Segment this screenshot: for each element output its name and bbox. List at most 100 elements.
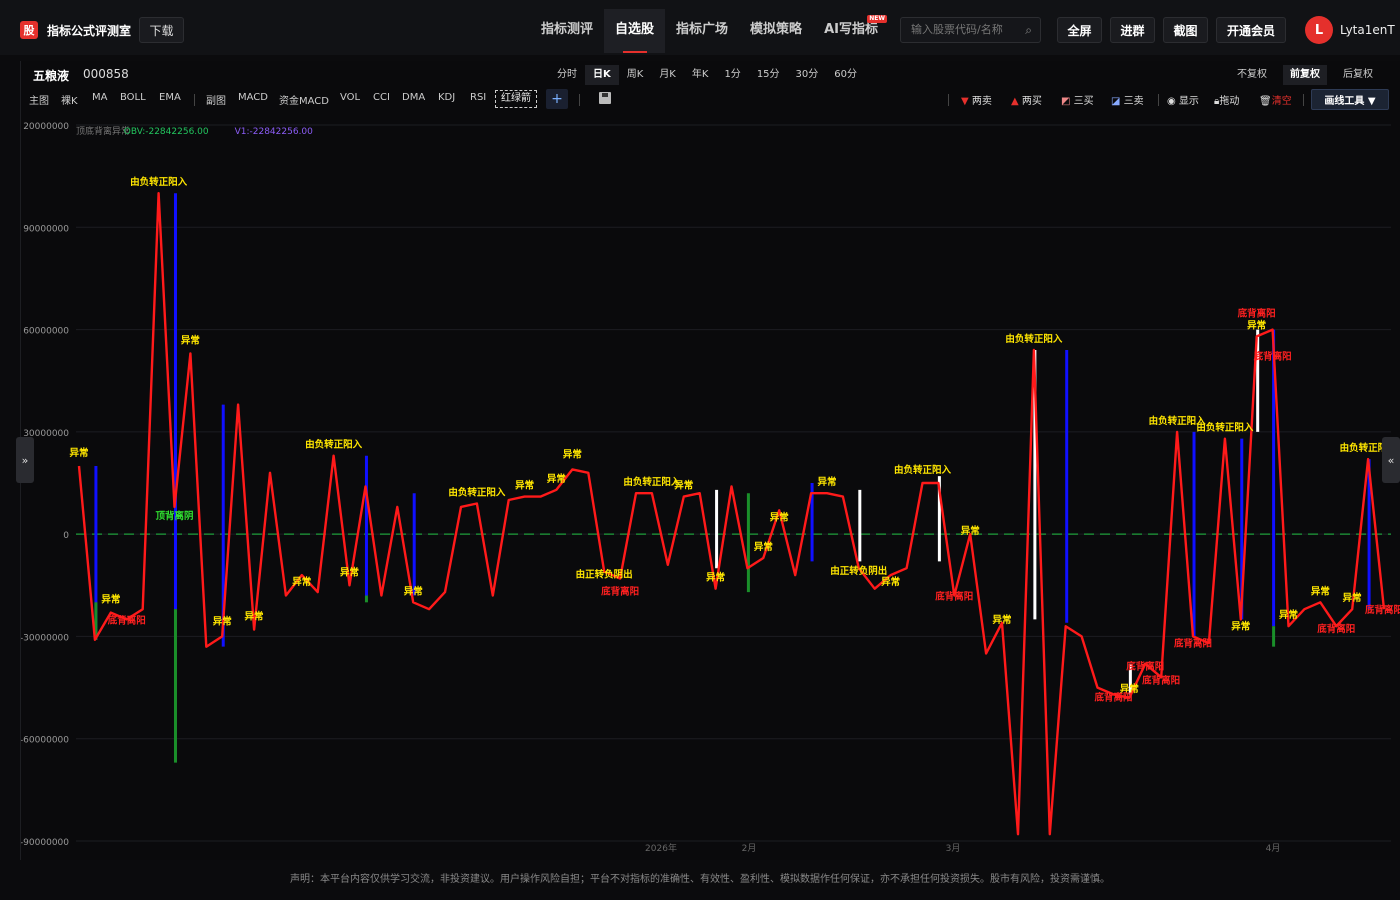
signal-label: 底背离阳 <box>600 585 639 597</box>
username[interactable]: Lyta1enT <box>1340 23 1395 37</box>
obv-chart[interactable]: 200000009000000060000000300000000-300000… <box>21 118 1400 858</box>
screenshot-button[interactable]: 截图 <box>1163 17 1208 43</box>
tool-naked-k[interactable]: 裸K <box>61 92 78 107</box>
tab-period-intraday[interactable]: 分时 <box>549 65 585 85</box>
y-tick-label: 20000000 <box>23 122 69 132</box>
tab-period-1m[interactable]: 1分 <box>716 65 748 85</box>
tool-kdj[interactable]: KDJ <box>438 92 455 103</box>
clear-button[interactable]: 🗑︎清空 <box>1259 92 1292 107</box>
tool-main[interactable]: 主图 <box>29 92 49 107</box>
nav-item-square[interactable]: 指标广场 <box>665 9 739 53</box>
period-tabs: 分时 日K 周K 月K 年K 1分 15分 30分 60分 <box>549 65 865 85</box>
signal-label: 异常 <box>1311 585 1330 597</box>
down-triangle-icon: ▼ <box>961 96 969 107</box>
signal-label: 异常 <box>993 614 1012 626</box>
tool-rsi[interactable]: RSI <box>470 92 486 103</box>
nav-item-evaluate[interactable]: 指标测评 <box>530 9 604 53</box>
signal-label: 由负转正阳入 <box>130 176 188 188</box>
tool-red-green-arrow[interactable]: 红绿箭 <box>495 90 537 108</box>
tool-macd[interactable]: MACD <box>238 92 268 103</box>
signal-label: 由负转正阳入 <box>448 486 506 498</box>
tab-period-day[interactable]: 日K <box>585 65 619 85</box>
signal-label: 底背离阳 <box>107 614 146 626</box>
signal-label: 底背离阳 <box>1125 661 1164 673</box>
chart-down-icon: ◪ <box>1111 96 1121 107</box>
signal-label: 由负转正阳入 <box>894 464 952 476</box>
toolbar-divider <box>579 94 580 106</box>
tool-cci[interactable]: CCI <box>373 92 390 103</box>
show-button[interactable]: ◉ 显示 <box>1167 92 1199 107</box>
two-buy-button[interactable]: ▲ 两买 <box>1011 92 1042 107</box>
y-tick-label: 0 <box>63 531 69 541</box>
signal-label: 异常 <box>754 541 773 553</box>
tab-fq-none[interactable]: 不复权 <box>1230 65 1274 85</box>
legend-entry: OBV:-22842256.00 <box>124 127 209 137</box>
signal-label: 异常 <box>563 448 582 460</box>
two-sell-button[interactable]: ▼ 两卖 <box>961 92 992 107</box>
tool-vol[interactable]: VOL <box>340 92 360 103</box>
join-group-button[interactable]: 进群 <box>1110 17 1155 43</box>
app-title: 指标公式评测室 <box>47 24 132 38</box>
tool-boll[interactable]: BOLL <box>120 92 146 103</box>
add-indicator-button[interactable]: + <box>546 89 568 109</box>
signal-label: 由正转负阴出 <box>576 569 633 581</box>
tab-period-week[interactable]: 周K <box>619 65 652 85</box>
x-tick-label: 2月 <box>742 843 757 854</box>
search-placeholder: 输入股票代码/名称 <box>911 23 1003 36</box>
vip-button[interactable]: 开通会员 <box>1216 17 1286 43</box>
expand-right-toggle[interactable]: « <box>1382 437 1400 483</box>
drag-button[interactable]: 🔒︎拖动 <box>1214 92 1239 107</box>
signal-label: 底背离阳 <box>934 591 973 603</box>
tab-period-year[interactable]: 年K <box>684 65 717 85</box>
signal-label: 底背离阳 <box>1237 307 1276 319</box>
three-buy-button[interactable]: ◩ 三买 <box>1061 92 1094 107</box>
signal-label: 异常 <box>69 447 88 459</box>
signal-label: 由负转正阳入 <box>1005 333 1063 345</box>
avatar[interactable]: L <box>1305 16 1333 44</box>
up-triangle-icon: ▲ <box>1011 96 1019 107</box>
search-input[interactable]: 输入股票代码/名称 ⌕ <box>900 17 1041 43</box>
expand-left-toggle[interactable]: » <box>16 437 34 483</box>
x-tick-label: 4月 <box>1266 843 1281 854</box>
signal-label: 由负转正阳入 <box>305 439 363 451</box>
tool-ema[interactable]: EMA <box>159 92 181 103</box>
download-button[interactable]: 下载 <box>139 17 184 43</box>
draw-tools-dropdown[interactable]: 画线工具 ▼ <box>1311 89 1389 110</box>
chart-panel: 五粮液 000858 分时 日K 周K 月K 年K 1分 15分 30分 60分… <box>20 61 1400 860</box>
toolbar-divider <box>1158 94 1159 106</box>
toolbar-divider <box>194 94 195 106</box>
save-icon[interactable] <box>599 92 611 104</box>
eye-icon: ◉ <box>1167 96 1176 107</box>
y-tick-label: -30000000 <box>21 633 69 643</box>
nav-item-ai[interactable]: AI写指标 NEW <box>813 9 889 53</box>
new-badge: NEW <box>867 15 887 23</box>
tab-fq-forward[interactable]: 前复权 <box>1283 65 1327 85</box>
tab-period-60m[interactable]: 60分 <box>826 65 865 85</box>
tab-period-30m[interactable]: 30分 <box>788 65 827 85</box>
tool-fund-macd[interactable]: 资金MACD <box>279 92 329 107</box>
search-icon[interactable]: ⌕ <box>1025 18 1032 42</box>
signal-label: 异常 <box>340 566 359 578</box>
signal-label: 底背离阳 <box>1253 351 1292 363</box>
signal-label: 异常 <box>181 334 200 346</box>
tool-ma[interactable]: MA <box>92 92 107 103</box>
tab-fq-backward[interactable]: 后复权 <box>1336 65 1380 85</box>
tool-dma[interactable]: DMA <box>402 92 425 103</box>
signal-label: 底背离阳 <box>1316 623 1355 635</box>
three-sell-button[interactable]: ◪ 三卖 <box>1111 92 1144 107</box>
tab-period-month[interactable]: 月K <box>651 65 684 85</box>
signal-label: 顶背离阴 <box>155 510 193 522</box>
signal-label: 异常 <box>292 576 311 588</box>
y-tick-label: 60000000 <box>23 327 69 337</box>
signal-label: 底背离阳 <box>1141 674 1180 686</box>
indicator-toolbar: 主图 裸K MA BOLL EMA 副图 MACD 资金MACD VOL CCI… <box>21 89 1400 111</box>
toolbar-divider <box>1303 94 1304 106</box>
tool-sub[interactable]: 副图 <box>206 92 226 107</box>
signal-label: 异常 <box>706 572 725 584</box>
tab-period-15m[interactable]: 15分 <box>749 65 788 85</box>
fullscreen-button[interactable]: 全屏 <box>1057 17 1102 43</box>
nav-item-strategy[interactable]: 模拟策略 <box>739 9 813 53</box>
nav-item-watchlist[interactable]: 自选股 <box>604 9 666 53</box>
signal-label: 异常 <box>213 615 232 627</box>
legend-entry: V1:-22842256.00 <box>235 127 314 137</box>
